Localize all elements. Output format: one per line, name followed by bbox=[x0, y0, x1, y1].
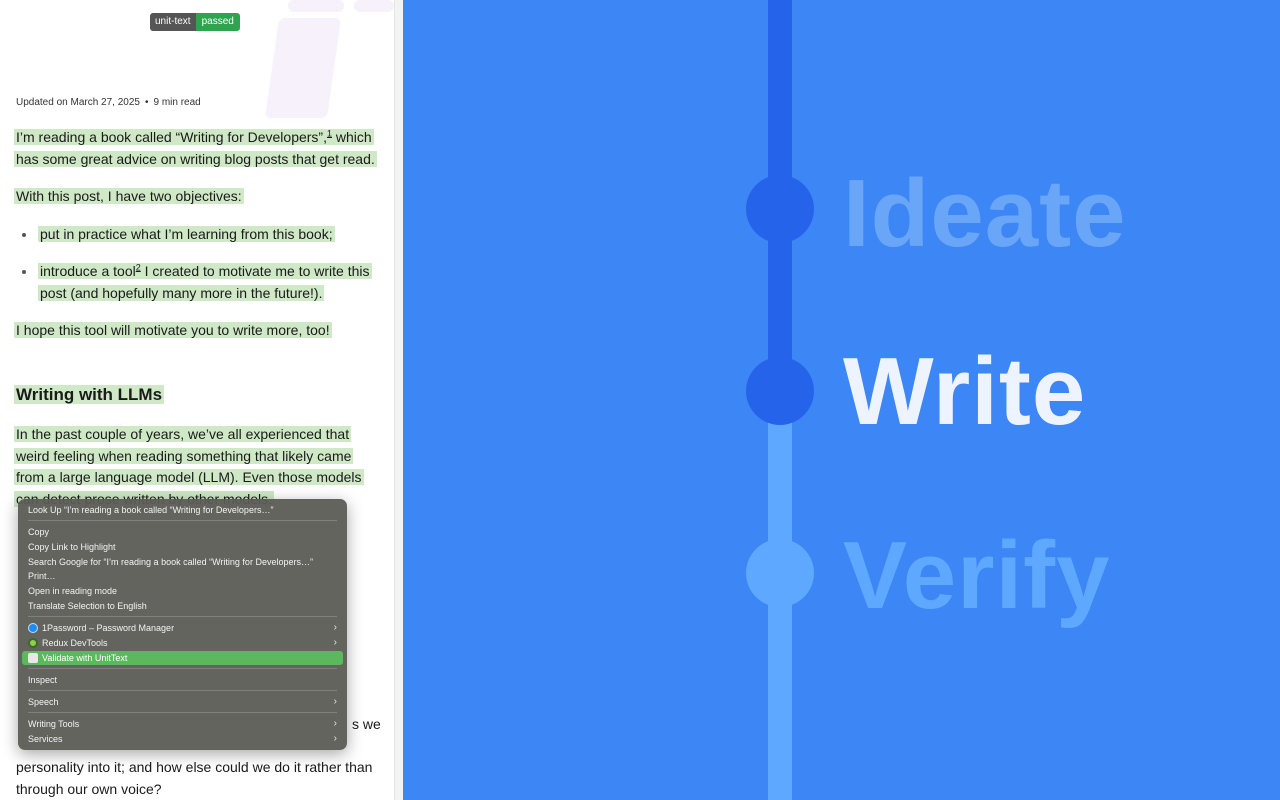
highlight: In the past couple of years, we’ve all e… bbox=[14, 426, 364, 507]
highlight: Writing with LLMs bbox=[14, 385, 165, 404]
menu-item-redux-devtools[interactable]: Redux DevTools › bbox=[22, 636, 343, 650]
onepassword-icon bbox=[28, 623, 38, 633]
menu-separator bbox=[28, 668, 337, 669]
bullet-dot bbox=[22, 233, 26, 237]
highlight: I hope this tool will motivate you to wr… bbox=[14, 322, 332, 338]
submenu-arrow-icon: › bbox=[333, 622, 337, 633]
menu-item-look-up[interactable]: Look Up “I’m reading a book called “Writ… bbox=[22, 503, 343, 517]
pane-divider[interactable] bbox=[394, 0, 403, 800]
paragraph-objectives: With this post, I have two objectives: bbox=[14, 186, 384, 208]
list-item: put in practice what I’m learning from t… bbox=[38, 224, 380, 246]
highlight: With this post, I have two objectives: bbox=[14, 188, 244, 204]
menu-item-reading-mode[interactable]: Open in reading mode bbox=[22, 584, 343, 598]
paragraph-tail: s we bbox=[352, 714, 392, 736]
menu-label: 1Password – Password Manager bbox=[42, 623, 175, 633]
menu-item-1password[interactable]: 1Password – Password Manager › bbox=[22, 621, 343, 635]
paragraph-llm: In the past couple of years, we’ve all e… bbox=[14, 424, 368, 510]
menu-label: Print… bbox=[28, 571, 56, 581]
paragraph-voice: personality into it; and how else could … bbox=[16, 757, 384, 800]
text: introduce a tool bbox=[40, 263, 136, 279]
menu-item-search-google[interactable]: Search Google for “I’m reading a book ca… bbox=[22, 555, 343, 569]
context-menu: Look Up “I’m reading a book called “Writ… bbox=[18, 499, 347, 750]
menu-separator bbox=[28, 520, 337, 521]
menu-label: Services bbox=[28, 734, 63, 744]
section-heading: Writing with LLMs bbox=[14, 385, 165, 405]
hero-illustration: Ideate Write Verify bbox=[403, 0, 1280, 800]
article-meta: Updated on March 27, 2025 • 9 min read bbox=[16, 97, 201, 108]
step-label-write: Write bbox=[843, 338, 1087, 445]
menu-separator bbox=[28, 616, 337, 617]
menu-item-print[interactable]: Print… bbox=[22, 569, 343, 583]
menu-label: Copy Link to Highlight bbox=[28, 542, 116, 552]
timeline-node-ideate bbox=[746, 175, 814, 243]
paragraph-intro: I’m reading a book called “Writing for D… bbox=[14, 127, 384, 170]
menu-item-validate-unittext[interactable]: Validate with UnitText bbox=[22, 651, 343, 665]
decorative-shape bbox=[264, 18, 342, 118]
highlight: introduce a tool2 I created to motivate … bbox=[38, 263, 372, 301]
menu-item-services[interactable]: Services › bbox=[22, 732, 343, 746]
decorative-shape bbox=[288, 0, 344, 12]
redux-icon bbox=[28, 638, 38, 648]
submenu-arrow-icon: › bbox=[333, 733, 337, 744]
submenu-arrow-icon: › bbox=[333, 637, 337, 648]
submenu-arrow-icon: › bbox=[333, 696, 337, 707]
updated-date: Updated on March 27, 2025 bbox=[16, 97, 140, 108]
submenu-arrow-icon: › bbox=[333, 718, 337, 729]
highlight: I’m reading a book called “Writing for D… bbox=[14, 129, 377, 167]
menu-item-copy[interactable]: Copy bbox=[22, 525, 343, 539]
step-label-verify: Verify bbox=[843, 522, 1111, 629]
menu-label: Search Google for “I’m reading a book ca… bbox=[28, 557, 313, 567]
menu-label: Speech bbox=[28, 697, 59, 707]
decorative-shape bbox=[354, 0, 394, 12]
menu-label: Validate with UnitText bbox=[42, 653, 128, 663]
unittext-icon bbox=[28, 653, 38, 663]
menu-item-copy-link[interactable]: Copy Link to Highlight bbox=[22, 540, 343, 554]
read-time: 9 min read bbox=[153, 97, 201, 108]
badge-label: unit-text bbox=[150, 13, 196, 31]
menu-label: Copy bbox=[28, 527, 50, 537]
text: I’m reading a book called “Writing for D… bbox=[16, 129, 327, 145]
list-item: introduce a tool2 I created to motivate … bbox=[38, 261, 380, 304]
text: personality into it; and how else could … bbox=[16, 759, 373, 797]
paragraph-motivate: I hope this tool will motivate you to wr… bbox=[14, 320, 384, 342]
menu-separator bbox=[28, 712, 337, 713]
badge-status: passed bbox=[195, 13, 240, 31]
highlight: put in practice what I’m learning from t… bbox=[38, 226, 335, 242]
menu-item-speech[interactable]: Speech › bbox=[22, 695, 343, 709]
menu-item-writing-tools[interactable]: Writing Tools › bbox=[22, 717, 343, 731]
status-badge: unit-text passed bbox=[150, 13, 240, 31]
step-label-ideate: Ideate bbox=[843, 160, 1127, 267]
timeline-node-verify bbox=[746, 539, 814, 607]
text: s we bbox=[352, 716, 381, 732]
menu-label: Look Up “I’m reading a book called “Writ… bbox=[28, 505, 274, 515]
menu-label: Writing Tools bbox=[28, 719, 80, 729]
menu-item-translate[interactable]: Translate Selection to English bbox=[22, 599, 343, 613]
menu-label: Open in reading mode bbox=[28, 586, 118, 596]
menu-label: Translate Selection to English bbox=[28, 601, 147, 611]
bullet-dot bbox=[22, 270, 26, 274]
menu-label: Inspect bbox=[28, 675, 58, 685]
menu-separator bbox=[28, 690, 337, 691]
timeline-node-write bbox=[746, 357, 814, 425]
menu-item-inspect[interactable]: Inspect bbox=[22, 673, 343, 687]
menu-label: Redux DevTools bbox=[42, 638, 108, 648]
separator-dot: • bbox=[144, 97, 149, 108]
